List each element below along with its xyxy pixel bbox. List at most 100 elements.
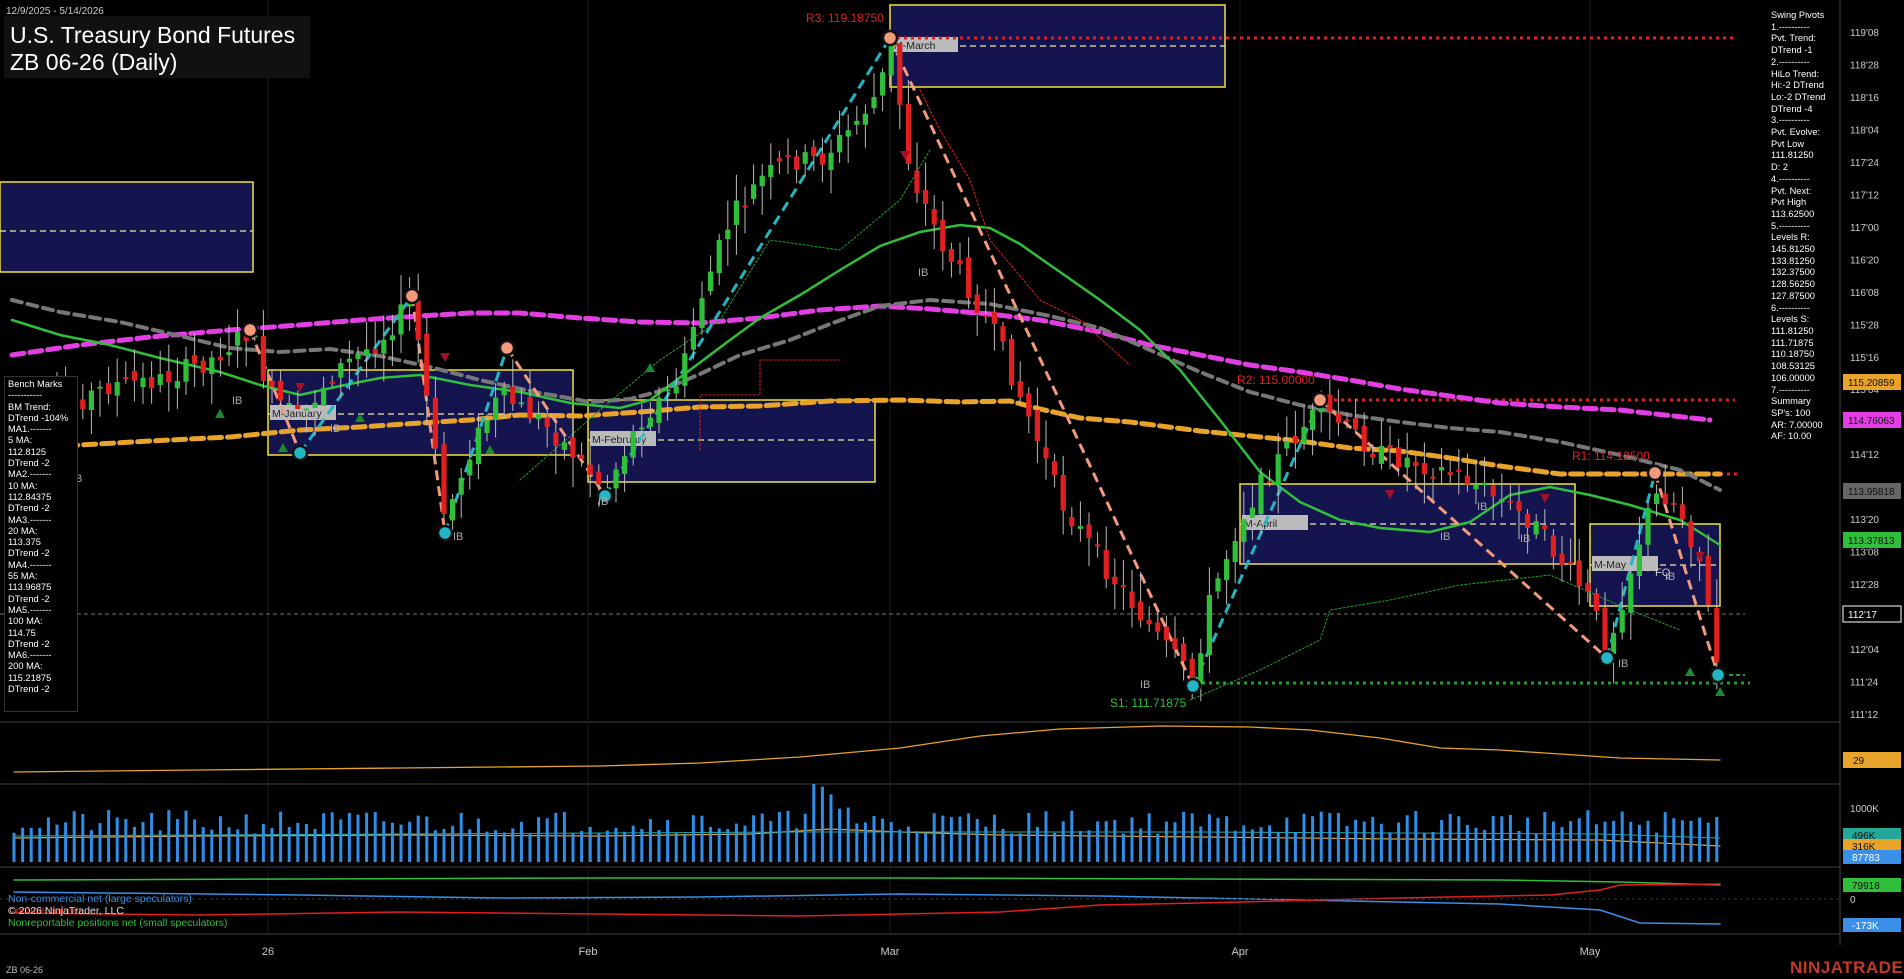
pivot-line: 145.81250 — [1771, 244, 1815, 255]
pivot-line: 128.56250 — [1771, 279, 1815, 290]
pivot-line: 106.00000 — [1771, 372, 1815, 383]
price-tag: 115.20859 — [1843, 374, 1901, 390]
candle-body — [570, 437, 576, 458]
candle-body — [828, 152, 834, 171]
candle-body — [725, 229, 731, 240]
candle-body — [1525, 513, 1531, 528]
candle-body — [372, 348, 378, 354]
x-tick-label: May — [1580, 946, 1601, 958]
candle-body — [785, 155, 791, 158]
pivot-line: 4.---------- — [1771, 173, 1810, 184]
candle-body — [1679, 504, 1685, 520]
price-tag: 114.76063 — [1843, 412, 1901, 428]
price-tick-label: 115'16 — [1850, 353, 1879, 364]
candle-body — [1705, 556, 1711, 605]
benchmark-line: 115.21875 — [8, 672, 52, 683]
pivot-line: 113.62500 — [1771, 208, 1815, 219]
benchmark-line: 20 MA: — [8, 525, 38, 536]
price-tick-label: 118'16 — [1850, 93, 1879, 104]
benchmark-line: DTrend -104% — [8, 412, 69, 423]
candle-body — [1026, 393, 1032, 417]
swing-pivot-dot — [1184, 677, 1202, 695]
candle-body — [1077, 526, 1083, 529]
price-chart[interactable]: M-JanuaryM-FebruaryM-MarchM-AprilM-MayFQ… — [0, 0, 1904, 979]
candle-body — [424, 333, 430, 396]
candle-body — [802, 152, 808, 164]
swing-pivots-panel: Swing Pivots 1.---------- Pvt. Trend: DTren… — [1768, 8, 1831, 448]
candle-body — [97, 386, 103, 389]
candle-body — [381, 339, 387, 354]
price-tick-label: 113'20 — [1850, 515, 1879, 526]
price-tick-label: 119'08 — [1850, 28, 1879, 39]
price-tick-label: 116'08 — [1850, 288, 1879, 299]
candle-body — [665, 389, 671, 392]
candle-body — [1146, 620, 1152, 625]
ib-label: IB — [1440, 531, 1450, 543]
candle-body — [742, 205, 748, 208]
benchmark-line: 100 MA: — [8, 616, 43, 627]
candle-body — [1163, 626, 1169, 641]
candle-body — [295, 404, 301, 410]
pivot-line: 3.---------- — [1771, 115, 1810, 126]
candle-body — [217, 356, 223, 361]
candle-body — [1189, 658, 1195, 680]
candle-body — [1060, 474, 1066, 511]
candle-body — [389, 335, 395, 341]
price-tag: 113.95818 — [1843, 483, 1901, 499]
candle-body — [1404, 457, 1410, 468]
candle-body — [948, 249, 954, 262]
price-tick-label: 112'28 — [1850, 580, 1879, 591]
candle-body — [312, 402, 318, 408]
candle-body — [303, 408, 309, 411]
price-tag-text: 113.95818 — [1848, 487, 1895, 498]
candle-body — [1206, 595, 1212, 656]
benchmark-line: MA5.------- — [8, 604, 52, 615]
ib-label: IB — [598, 496, 608, 508]
candle-body — [192, 355, 198, 364]
swing-pivot-dot — [1311, 391, 1329, 409]
ib-label: IB — [1665, 571, 1675, 583]
price-tick-label: 113'08 — [1850, 548, 1879, 559]
candle-body — [1499, 499, 1505, 503]
indicator-tag-bg — [1843, 752, 1901, 768]
monthly-zone — [0, 181, 254, 273]
swing-pivot-dot — [1598, 649, 1616, 667]
candle-body — [854, 120, 860, 125]
benchmark-line: DTrend -2 — [8, 684, 50, 695]
ib-label: IB — [453, 531, 463, 543]
volume-tag-text: 87783 — [1852, 853, 1880, 864]
benchmark-line: BM Trend: — [8, 401, 51, 412]
candle-body — [673, 386, 679, 394]
candle — [441, 432, 447, 519]
candle-body — [1327, 394, 1333, 413]
candle-body — [1473, 484, 1479, 490]
footer-symbol: ZB 06-26 — [6, 965, 44, 975]
pivot-line: Pvt Low — [1771, 138, 1805, 149]
candle-body — [1284, 441, 1290, 449]
candle-body — [699, 298, 705, 329]
candle-body — [1086, 524, 1092, 538]
candle-body — [837, 134, 843, 153]
price-tag: 113.37813 — [1843, 532, 1901, 548]
candle-body — [708, 271, 714, 292]
benchmark-line: DTrend -2 — [8, 593, 50, 604]
candle-body — [768, 164, 774, 178]
benchmark-line: 113.96875 — [8, 582, 52, 593]
candle-body — [467, 459, 473, 476]
candle-body — [1069, 517, 1075, 527]
price-tick-label: 116'20 — [1850, 255, 1879, 266]
swing-pivot-dot — [881, 29, 899, 47]
benchmarks-panel: Bench Marks ----------- BM Trend: DTrend -1… — [4, 376, 78, 712]
candle-body — [1275, 454, 1281, 486]
candle-body — [862, 113, 868, 125]
candle-body — [1542, 525, 1548, 530]
price-tick-label: 114'12 — [1850, 450, 1879, 461]
candle-body — [260, 335, 266, 381]
candle-body — [346, 358, 352, 363]
cot-tag-text: -173K — [1852, 921, 1879, 932]
candle-body — [226, 352, 232, 356]
candle-body — [716, 239, 722, 274]
swing-pivot-dot — [291, 444, 309, 462]
candle-body — [329, 381, 335, 384]
candle-body — [1378, 446, 1384, 464]
